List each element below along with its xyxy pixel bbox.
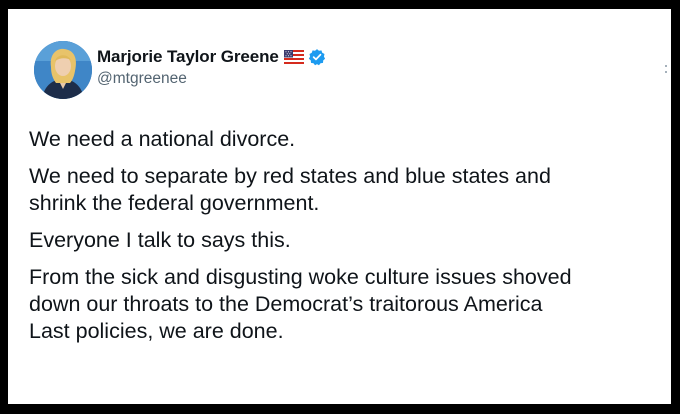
verified-badge-icon <box>308 48 326 66</box>
name-row: Marjorie Taylor Greene <box>97 46 326 68</box>
more-options-icon[interactable] <box>664 61 668 73</box>
tweet-paragraph: From the sick and disgusting woke cultur… <box>29 265 572 343</box>
us-flag-icon <box>283 50 304 64</box>
tweet-card: Marjorie Taylor Greene @mtgreenee We nee… <box>8 9 671 404</box>
avatar[interactable] <box>34 41 92 99</box>
tweet-text: We need a national divorce. We need to s… <box>29 126 659 355</box>
tweet-paragraph: We need to separate by red states and bl… <box>29 164 551 215</box>
author-block: Marjorie Taylor Greene @mtgreenee <box>97 46 326 88</box>
tweet-paragraph: Everyone I talk to says this. <box>29 228 291 252</box>
handle[interactable]: @mtgreenee <box>97 70 326 88</box>
tweet-paragraph: We need a national divorce. <box>29 127 296 151</box>
display-name[interactable]: Marjorie Taylor Greene <box>97 47 279 67</box>
